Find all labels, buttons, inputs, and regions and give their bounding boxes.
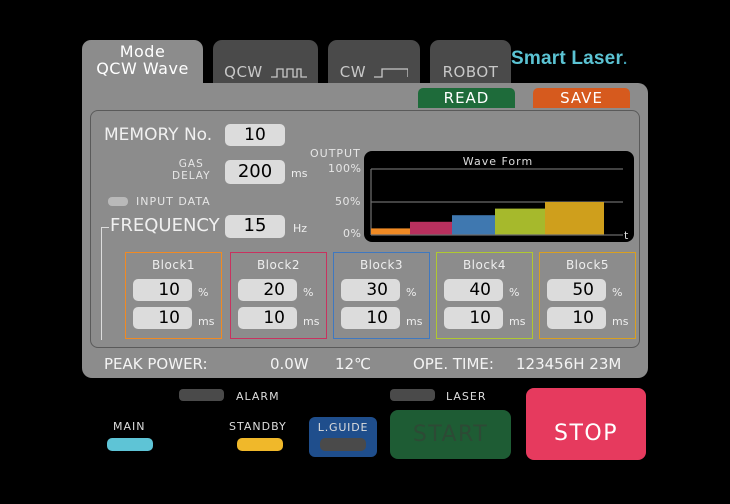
block-4-panel: Block4 40% 10 ms <box>436 252 533 339</box>
tab-mode-line1: Mode <box>119 42 166 61</box>
tab-cw[interactable]: CW <box>328 40 420 83</box>
read-button[interactable]: READ <box>418 88 515 108</box>
memory-number-input[interactable]: 10 <box>225 124 285 146</box>
save-button[interactable]: SAVE <box>533 88 630 108</box>
wave-bar-block1 <box>371 228 410 235</box>
block-percent-unit: % <box>612 286 623 299</box>
memory-label: MEMORY No. <box>104 125 213 145</box>
block-percent-input[interactable]: 50 <box>547 279 606 301</box>
peak-power-label: PEAK POWER: <box>104 355 208 373</box>
block-time-input[interactable]: 10 <box>341 307 400 329</box>
block-time-input[interactable]: 10 <box>238 307 297 329</box>
brand-dot: . <box>623 51 628 68</box>
block-title: Block5 <box>565 258 610 272</box>
block-percent-input[interactable]: 20 <box>238 279 297 301</box>
brand-name: Smart Laser <box>511 48 624 69</box>
wave-form-svg: Wave Form t <box>370 155 629 242</box>
tab-robot[interactable]: ROBOT <box>430 40 511 83</box>
frequency-label: FREQUENCY <box>110 215 220 236</box>
wave-bar-block3 <box>452 215 495 235</box>
wave-bar-block4 <box>495 208 545 235</box>
block-title: Block4 <box>462 258 507 272</box>
gas-delay-unit: ms <box>291 167 308 180</box>
start-button[interactable]: START <box>390 410 511 459</box>
tab-qcw-label: QCW <box>224 63 263 81</box>
block-time-unit: ms <box>303 315 320 328</box>
gas-delay-input[interactable]: 200 <box>225 160 285 184</box>
main-indicator <box>107 438 153 451</box>
alarm-indicator <box>179 389 224 401</box>
lguide-label: L.GUIDE <box>317 421 369 434</box>
standby-indicator <box>237 438 283 451</box>
block-percent-unit: % <box>198 286 209 299</box>
wave-form-chart: Wave Form t <box>364 151 634 242</box>
frequency-input[interactable]: 15 <box>225 215 285 238</box>
gas-delay-label: GAS DELAY <box>172 158 211 182</box>
tab-mode-qcw-wave[interactable]: Mode QCW Wave <box>82 40 203 86</box>
alarm-label: ALARM <box>236 390 280 403</box>
block-time-unit: ms <box>406 315 423 328</box>
laser-label: LASER <box>446 390 487 403</box>
block-time-unit: ms <box>509 315 526 328</box>
frequency-unit: Hz <box>293 222 308 235</box>
tab-qcw[interactable]: QCW <box>213 40 318 83</box>
wave-bar-block2 <box>410 221 452 235</box>
wave-bar-block5 <box>545 202 604 235</box>
lguide-indicator <box>320 438 366 451</box>
gas-delay-label-line1: GAS <box>178 158 204 170</box>
block-time-input[interactable]: 10 <box>133 307 192 329</box>
temperature-value: 12℃ <box>335 355 371 373</box>
laser-indicator <box>390 389 435 401</box>
main-label: MAIN <box>113 420 146 433</box>
tab-robot-label: ROBOT <box>442 63 499 81</box>
output-tick-0: 0% <box>343 227 362 240</box>
gas-delay-label-line2: DELAY <box>172 170 211 182</box>
output-tick-50: 50% <box>335 195 361 208</box>
brand-logo: Smart Laser. <box>511 48 627 70</box>
block-5-panel: Block5 50% 10 ms <box>539 252 636 339</box>
lguide-button[interactable]: L.GUIDE <box>309 417 377 457</box>
block-percent-input[interactable]: 40 <box>444 279 503 301</box>
block-title: Block2 <box>256 258 301 272</box>
output-tick-100: 100% <box>328 162 362 175</box>
block-title: Block1 <box>151 258 196 272</box>
tab-mode-line2: QCW Wave <box>96 59 189 78</box>
pulse-train-icon <box>270 67 307 78</box>
ope-time-label: OPE. TIME: <box>413 355 494 373</box>
standby-label: STANDBY <box>229 420 287 433</box>
stop-button[interactable]: STOP <box>526 388 646 460</box>
frequency-bracket <box>101 227 109 340</box>
block-2-panel: Block2 20% 10 ms <box>230 252 327 339</box>
block-percent-unit: % <box>509 286 520 299</box>
block-percent-unit: % <box>303 286 314 299</box>
block-3-panel: Block3 30% 10 ms <box>333 252 430 339</box>
block-title: Block3 <box>359 258 404 272</box>
tab-cw-label: CW <box>339 63 367 81</box>
ope-time-value: 123456H 23M <box>516 355 622 373</box>
output-axis-title: OUTPUT <box>310 147 361 160</box>
block-time-unit: ms <box>198 315 215 328</box>
block-percent-input[interactable]: 10 <box>133 279 192 301</box>
block-1-panel: Block1 10% 10 ms <box>125 252 222 339</box>
peak-power-value: 0.0W <box>270 355 309 373</box>
step-icon <box>374 67 409 78</box>
chart-title: Wave Form <box>463 155 533 168</box>
block-percent-input[interactable]: 30 <box>341 279 400 301</box>
x-axis-label: t <box>624 229 629 242</box>
block-time-input[interactable]: 10 <box>547 307 606 329</box>
block-time-unit: ms <box>612 315 629 328</box>
block-percent-unit: % <box>406 286 417 299</box>
input-data-label: INPUT DATA <box>136 195 211 208</box>
input-data-indicator <box>108 197 128 206</box>
block-time-input[interactable]: 10 <box>444 307 503 329</box>
